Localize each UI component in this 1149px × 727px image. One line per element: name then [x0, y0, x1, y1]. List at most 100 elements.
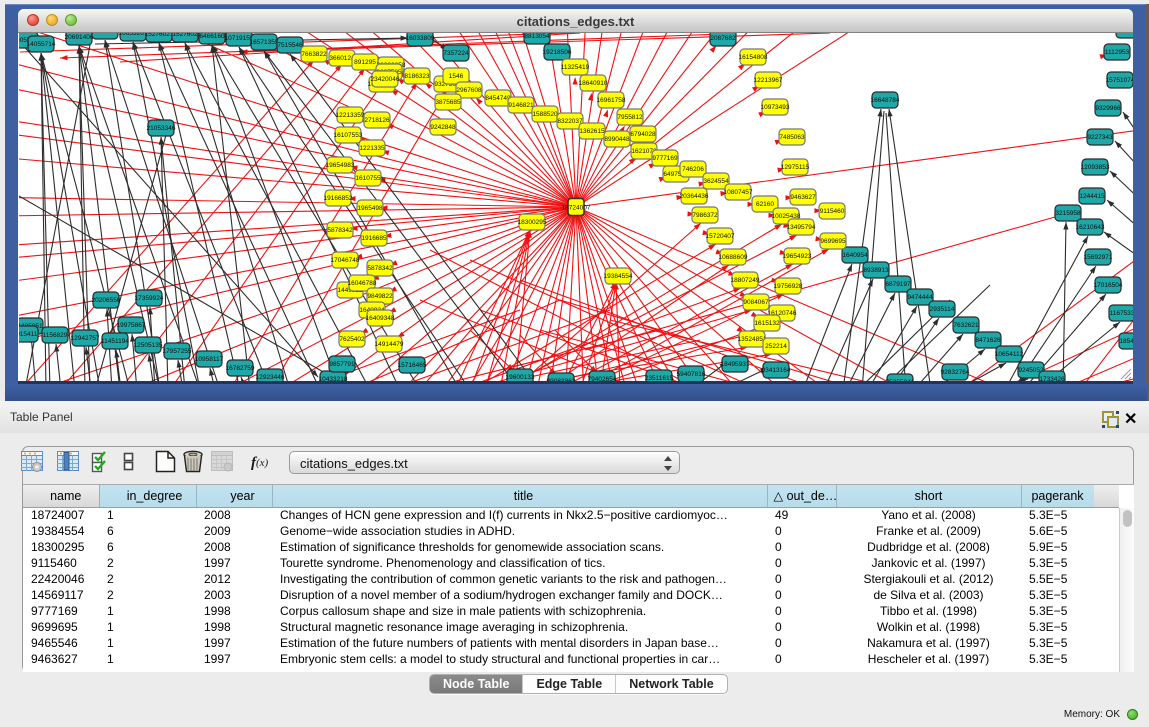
svg-text:2967608: 2967608 — [456, 87, 482, 94]
svg-text:3875685: 3875685 — [435, 99, 461, 106]
svg-text:20206556: 20206556 — [92, 297, 121, 304]
svg-text:9474444: 9474444 — [907, 294, 933, 301]
svg-text:7986372: 7986372 — [692, 212, 718, 219]
svg-text:1916685: 1916685 — [361, 235, 387, 242]
svg-text:12923446: 12923446 — [256, 374, 285, 381]
svg-text:10958117: 10958117 — [195, 356, 224, 363]
svg-text:7663822: 7663822 — [301, 51, 327, 58]
svg-text:18807249: 18807249 — [731, 277, 760, 284]
svg-text:9699695: 9699695 — [820, 238, 846, 245]
svg-text:9463627: 9463627 — [790, 194, 816, 201]
svg-text:9146821: 9146821 — [508, 102, 534, 109]
svg-text:59407816: 59407816 — [677, 371, 706, 378]
svg-text:18097351: 18097351 — [91, 33, 120, 35]
svg-text:19600133: 19600133 — [506, 374, 535, 381]
svg-text:1167533: 1167533 — [1110, 310, 1133, 317]
svg-text:16046788: 16046788 — [348, 280, 377, 287]
svg-text:8454749: 8454749 — [485, 95, 511, 102]
svg-text:1615132: 1615132 — [754, 320, 780, 327]
svg-text:3915411: 3915411 — [19, 331, 38, 338]
svg-text:92832764: 92832764 — [941, 369, 970, 376]
svg-text:19218506: 19218506 — [543, 49, 572, 56]
svg-text:18640910: 18640910 — [579, 80, 608, 87]
svg-text:16409348: 16409348 — [366, 315, 395, 322]
svg-text:03413164: 03413164 — [762, 367, 791, 374]
svg-text:18495931: 18495931 — [721, 361, 750, 368]
svg-text:10973493: 10973493 — [761, 104, 790, 111]
svg-text:15751074: 15751074 — [1106, 77, 1133, 84]
svg-text:9242848: 9242848 — [430, 124, 456, 131]
svg-text:1527602: 1527602 — [172, 33, 198, 38]
svg-text:19166852: 19166852 — [324, 195, 353, 202]
svg-text:7955812: 7955812 — [617, 114, 643, 121]
svg-text:15276021: 15276021 — [145, 33, 174, 38]
svg-text:18300295: 18300295 — [518, 219, 547, 226]
svg-text:17016504: 17016504 — [1094, 282, 1123, 289]
svg-text:8471626: 8471626 — [975, 337, 1001, 344]
svg-text:19654923: 19654923 — [783, 253, 812, 260]
svg-text:16782759: 16782759 — [226, 365, 255, 372]
svg-text:12942757: 12942757 — [71, 335, 100, 342]
svg-text:2935114: 2935114 — [930, 306, 955, 313]
svg-text:1640954: 1640954 — [842, 252, 868, 259]
svg-text:8186323: 8186323 — [404, 73, 430, 80]
svg-text:16571355: 16571355 — [250, 39, 279, 46]
svg-text:8938913: 8938913 — [863, 267, 889, 274]
svg-text:1610755: 1610755 — [355, 175, 381, 182]
svg-text:10688609: 10688609 — [719, 254, 748, 261]
svg-text:1362615: 1362615 — [579, 128, 605, 135]
svg-text:1244415: 1244415 — [1079, 193, 1105, 200]
svg-text:19975867: 19975867 — [117, 322, 146, 329]
svg-text:12505135: 12505135 — [134, 342, 163, 349]
svg-text:10653267: 10653267 — [119, 33, 148, 37]
svg-text:891295: 891295 — [354, 59, 376, 66]
svg-text:12213359: 12213359 — [336, 112, 365, 119]
svg-text:5878342: 5878342 — [367, 265, 393, 272]
svg-text:5878342: 5878342 — [327, 227, 353, 234]
svg-text:7625402: 7625402 — [339, 336, 365, 343]
svg-text:21053346: 21053346 — [147, 125, 176, 132]
svg-text:14055714: 14055714 — [27, 41, 56, 48]
svg-text:16210643: 16210643 — [1076, 224, 1105, 231]
svg-text:16648784: 16648784 — [871, 97, 900, 104]
svg-text:1112953: 1112953 — [1105, 49, 1130, 56]
svg-text:8322037: 8322037 — [557, 118, 583, 125]
svg-text:1156829: 1156829 — [43, 332, 68, 339]
svg-text:14914479: 14914479 — [375, 341, 404, 348]
svg-text:8990448: 8990448 — [604, 136, 630, 143]
svg-text:20691406: 20691406 — [65, 34, 94, 41]
svg-text:16033809: 16033809 — [406, 35, 435, 42]
svg-text:16961758: 16961758 — [597, 97, 626, 104]
svg-text:19756928: 19756928 — [774, 283, 803, 290]
svg-text:12093853: 12093853 — [1081, 164, 1110, 171]
svg-text:7632621: 7632621 — [953, 322, 979, 329]
svg-text:19654983: 19654983 — [326, 162, 355, 169]
svg-text:1588520: 1588520 — [532, 111, 558, 118]
svg-text:12213967: 12213967 — [754, 77, 783, 84]
svg-text:1221335: 1221335 — [359, 145, 385, 152]
svg-text:9849822: 9849822 — [367, 293, 393, 300]
svg-text:2087682: 2087682 — [710, 35, 736, 42]
svg-text:19384554: 19384554 — [604, 273, 633, 280]
svg-text:9857791: 9857791 — [329, 361, 355, 368]
svg-text:23420046: 23420046 — [371, 76, 400, 83]
svg-text:16107553: 16107553 — [334, 132, 363, 139]
svg-text:1965498: 1965498 — [357, 205, 383, 212]
svg-text:8813054: 8813054 — [524, 33, 550, 40]
svg-text:252214: 252214 — [765, 343, 787, 350]
svg-text:15716465: 15716465 — [398, 362, 427, 369]
svg-text:746206: 746206 — [682, 166, 704, 173]
svg-text:11451194: 11451194 — [101, 338, 129, 345]
svg-text:10654112: 10654112 — [995, 351, 1024, 358]
svg-text:13495794: 13495794 — [787, 224, 816, 231]
svg-text:7357224: 7357224 — [443, 50, 469, 57]
svg-text:3624554: 3624554 — [703, 178, 729, 185]
svg-text:10807457: 10807457 — [724, 189, 753, 196]
svg-text:9777169: 9777169 — [652, 155, 678, 162]
svg-text:6794028: 6794028 — [630, 131, 656, 138]
svg-text:16154808: 16154808 — [739, 54, 768, 61]
svg-text:17957255: 17957255 — [163, 348, 192, 355]
svg-text:62160: 62160 — [756, 201, 774, 208]
svg-text:20364436: 20364436 — [680, 193, 709, 200]
svg-text:6879197: 6879197 — [885, 281, 911, 288]
